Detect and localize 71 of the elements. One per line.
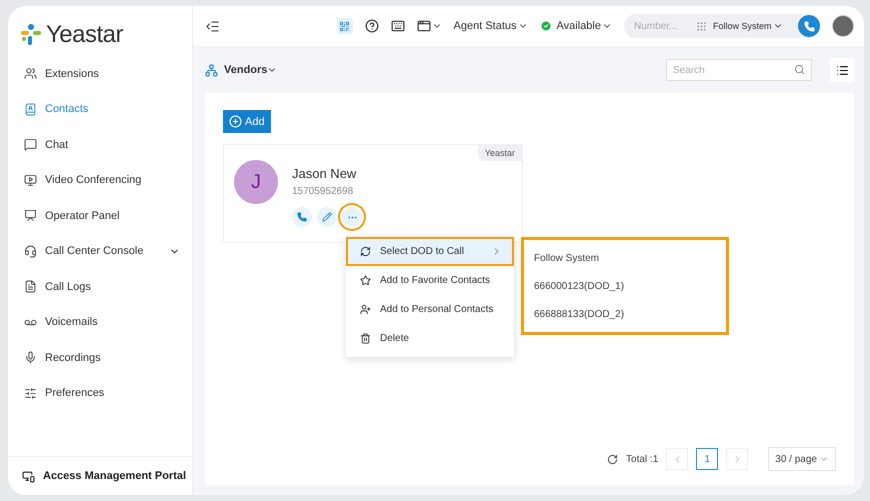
star-icon	[360, 275, 371, 286]
keyboard-icon[interactable]	[390, 19, 405, 33]
company-tag: Yeastar	[478, 145, 522, 161]
search-field[interactable]: Search	[666, 59, 812, 81]
group-icon	[205, 64, 218, 76]
document-icon	[24, 280, 37, 294]
sliders-icon	[24, 386, 37, 400]
edit-button[interactable]	[317, 207, 337, 227]
search-icon	[794, 64, 805, 75]
call-button[interactable]	[798, 15, 820, 37]
presence-menu[interactable]: Available	[540, 20, 612, 32]
window-icon	[416, 19, 431, 33]
dialpad-icon[interactable]	[696, 20, 707, 32]
list-icon	[836, 64, 848, 76]
presentation-icon	[24, 209, 37, 222]
page-size-select[interactable]: 30 / page	[768, 447, 836, 471]
check-circle-icon	[540, 20, 552, 32]
sidebar-item[interactable]: Recordings	[8, 340, 192, 376]
group-select[interactable]: Vendors	[224, 64, 278, 76]
qr-code-button[interactable]	[336, 18, 353, 34]
contact-number: 15705952698	[292, 186, 354, 197]
sidebar-item[interactable]: Chat	[8, 127, 192, 162]
phone-icon	[297, 212, 307, 222]
submenu-item[interactable]: Follow System	[524, 244, 726, 272]
phone-icon	[804, 20, 814, 32]
sidebar-item[interactable]: Call Logs	[8, 269, 192, 304]
window-menu[interactable]	[416, 19, 442, 33]
menu-item[interactable]: Add to Personal Contacts	[346, 295, 514, 324]
refresh-icon[interactable]	[607, 454, 618, 464]
contact-avatar: J	[234, 160, 278, 204]
more-button[interactable]	[342, 207, 362, 227]
page-button[interactable]: 1	[696, 448, 718, 470]
dod-select[interactable]: Follow System	[713, 21, 783, 31]
qr-code-icon	[339, 20, 350, 32]
total-count: Total :1	[626, 454, 658, 464]
plus-icon	[229, 115, 242, 128]
sidebar-item[interactable]: Video Conferencing	[8, 162, 192, 198]
sidebar-item[interactable]: Contacts	[8, 92, 192, 127]
pencil-icon	[322, 212, 332, 222]
avatar[interactable]	[832, 15, 854, 37]
sidebar-item[interactable]: Extensions	[8, 56, 192, 92]
users-icon	[24, 67, 37, 80]
collapse-menu-icon[interactable]	[205, 18, 220, 34]
sidebar-item[interactable]: Voicemails	[8, 304, 192, 340]
brand-name: Yeastar	[46, 21, 124, 49]
contact-name: Jason New	[292, 166, 358, 181]
sidebar-item[interactable]: Preferences	[8, 376, 192, 411]
monitor-icon	[24, 174, 37, 187]
list-view-button[interactable]	[830, 58, 854, 82]
trash-icon	[360, 333, 371, 344]
sidebar-item[interactable]: Call Center Console	[8, 234, 192, 269]
number-field[interactable]: Number...	[634, 20, 690, 32]
chat-icon	[24, 138, 37, 152]
agent-status-menu[interactable]: Agent Status	[454, 20, 528, 32]
headset-icon	[24, 244, 37, 258]
call-button[interactable]	[292, 207, 312, 227]
microphone-icon	[24, 351, 37, 364]
menu-item[interactable]: Add to Favorite Contacts	[346, 266, 514, 295]
devices-icon	[22, 470, 35, 482]
submenu-item[interactable]: 666000123(DOD_1)	[524, 272, 726, 300]
sidebar-item[interactable]: Operator Panel	[8, 198, 192, 234]
menu-item[interactable]: Select DOD to Call	[346, 237, 514, 266]
user-plus-icon	[360, 304, 371, 315]
help-icon[interactable]	[364, 19, 379, 33]
refresh-icon	[360, 246, 371, 257]
menu-item[interactable]: Delete	[346, 324, 514, 353]
add-button[interactable]: Add	[223, 110, 271, 133]
address-book-icon	[24, 102, 37, 116]
portal-link[interactable]: Access Management Portal	[8, 456, 192, 495]
submenu-item[interactable]: 666888133(DOD_2)	[524, 300, 726, 328]
logo-icon	[20, 23, 42, 47]
